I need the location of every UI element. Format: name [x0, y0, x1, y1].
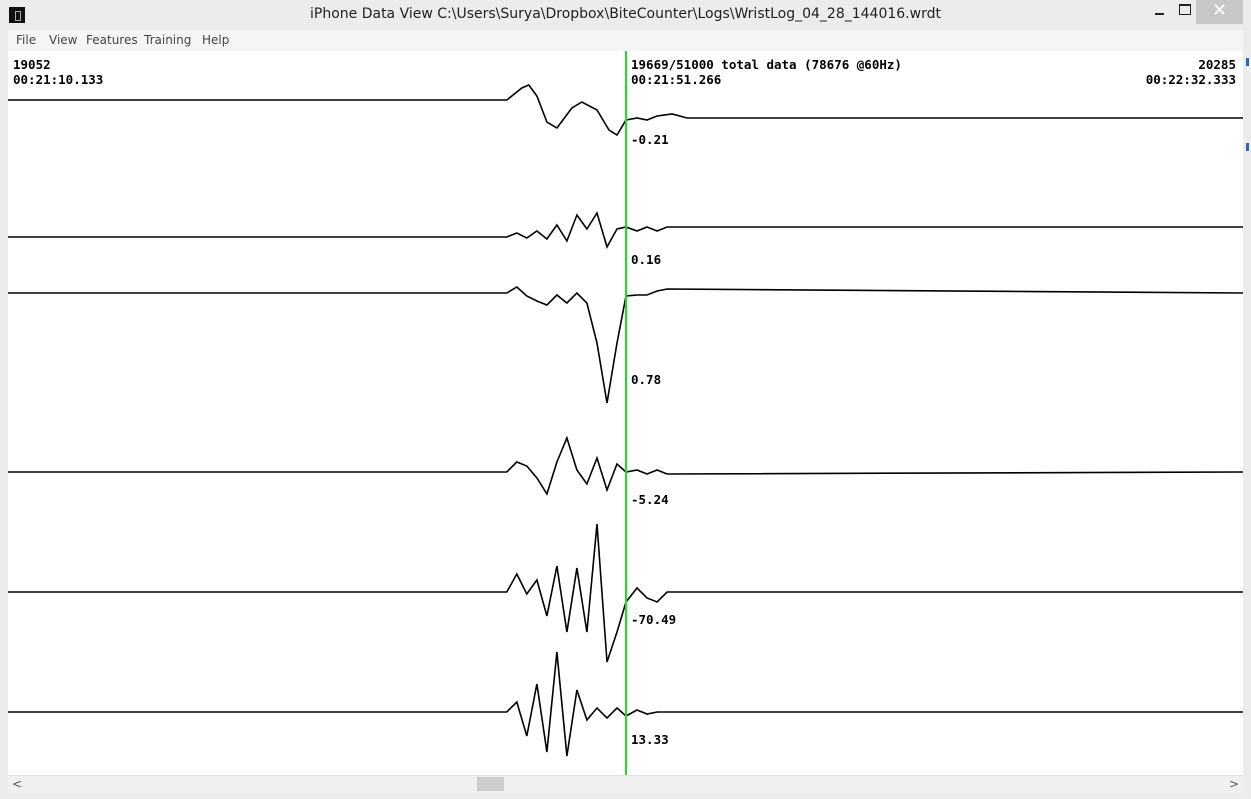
right-time: 00:22:32.333	[1145, 72, 1236, 87]
right-index: 20285	[1198, 57, 1236, 72]
scroll-right-arrow-icon[interactable]: >	[1229, 777, 1239, 791]
maximize-icon	[1179, 4, 1191, 15]
menu-features[interactable]: Features	[86, 33, 138, 47]
channel-1-value: -0.21	[631, 132, 669, 147]
channel-5-value: -70.49	[631, 612, 677, 627]
horizontal-scrollbar[interactable]: < >	[8, 775, 1243, 793]
left-time: 00:21:10.133	[13, 72, 104, 87]
channel-6-value: 13.33	[631, 732, 669, 747]
scroll-left-arrow-icon[interactable]: <	[12, 777, 22, 791]
channel-4-value: -5.24	[631, 492, 669, 507]
cursor-time: 00:21:51.266	[631, 72, 722, 87]
close-button[interactable]: ✕	[1196, 0, 1243, 24]
left-index: 19052	[13, 57, 51, 72]
title-bar: iPhone Data View C:\Users\Surya\Dropbox\…	[0, 0, 1251, 30]
channel-3-value: 0.78	[631, 372, 662, 387]
menu-file[interactable]: File	[16, 33, 36, 47]
menu-view[interactable]: View	[49, 33, 77, 47]
left-readout: 19052 00:21:10.133	[13, 57, 103, 87]
window-title: iPhone Data View C:\Users\Surya\Dropbox\…	[310, 6, 941, 22]
channel-2-value: 0.16	[631, 252, 662, 267]
right-readout: 20285 00:22:32.333	[1146, 57, 1236, 87]
right-edge	[1243, 51, 1251, 776]
marker-tick	[1246, 58, 1249, 66]
menu-bar: File View Features Training Help	[8, 30, 1243, 51]
scroll-thumb[interactable]	[477, 777, 504, 791]
menu-help[interactable]: Help	[202, 33, 229, 47]
minimize-icon	[1154, 13, 1164, 15]
cursor-readout: 19669/51000 total data (78676 @60Hz) 00:…	[631, 57, 902, 87]
menu-training[interactable]: Training	[144, 33, 191, 47]
signal-plot[interactable]	[8, 51, 1243, 776]
signal-plot-area[interactable]: 19052 00:21:10.133 19669/51000 total dat…	[8, 51, 1243, 776]
marker-tick	[1246, 143, 1249, 151]
cursor-info: 19669/51000 total data (78676 @60Hz)	[631, 57, 902, 72]
